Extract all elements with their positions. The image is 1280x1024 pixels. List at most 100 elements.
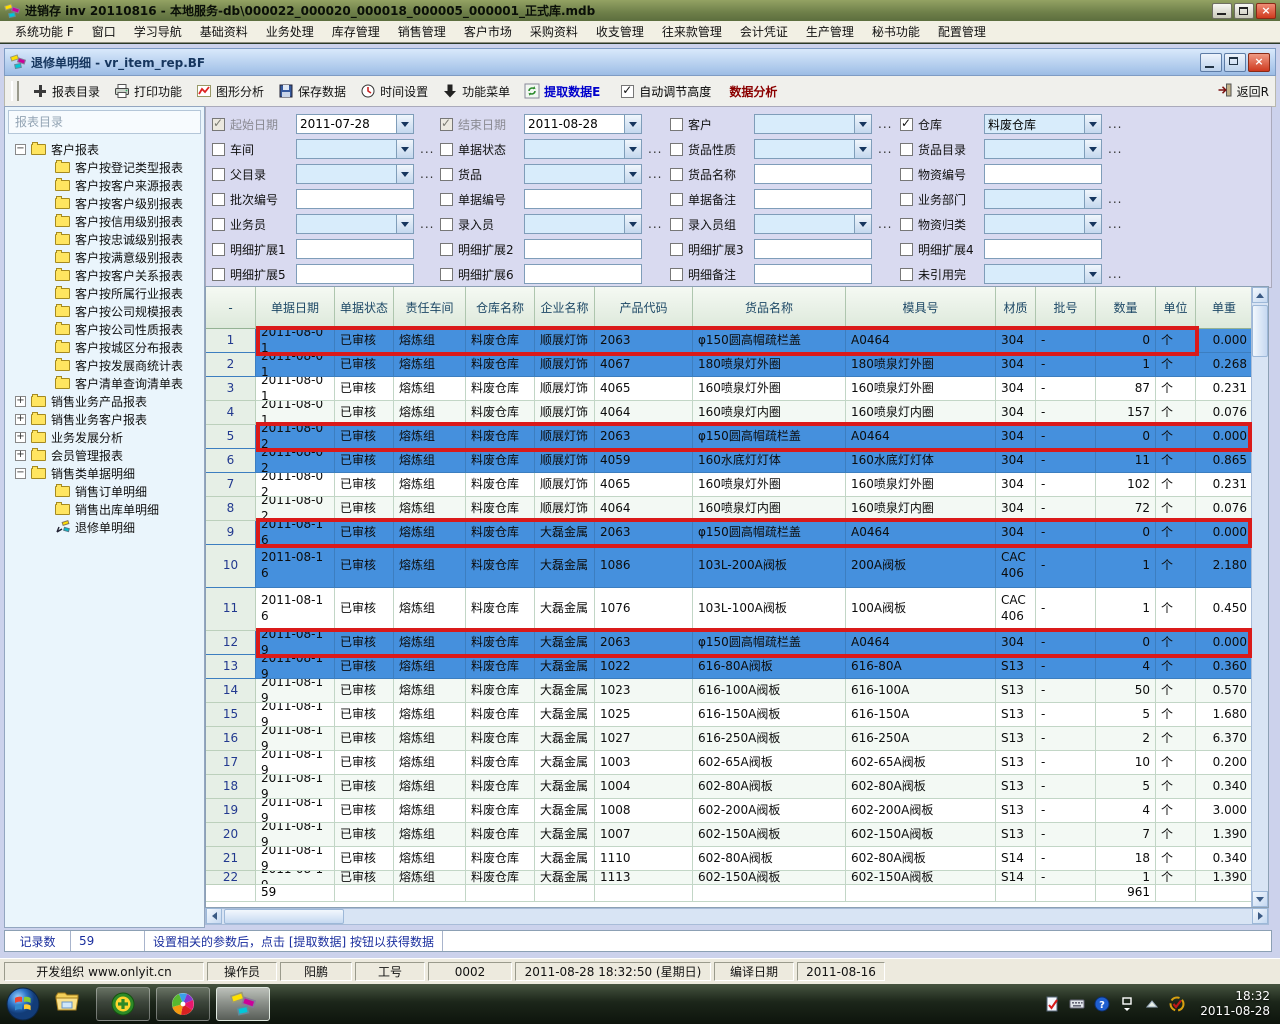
combo-dropdown-button[interactable] [1084, 140, 1101, 158]
combo-dropdown-button[interactable] [396, 165, 413, 183]
expand-icon[interactable]: + [15, 432, 26, 443]
filter-combo[interactable] [524, 164, 642, 184]
combo-dropdown-button[interactable] [396, 140, 413, 158]
filter-combo[interactable] [984, 264, 1102, 284]
window-maximize-button[interactable] [1234, 3, 1254, 19]
table-row-15[interactable]: 152011-08-19已审核熔炼组料废仓库大磊金属1025616-150A阀板… [206, 703, 1253, 727]
column-header-mold[interactable]: 模具号 [846, 287, 996, 329]
filter-combo[interactable] [754, 114, 872, 134]
combo-dropdown-button[interactable] [624, 115, 641, 133]
filter-combo[interactable]: 料废仓库 [984, 114, 1102, 134]
scroll-down-button[interactable] [1252, 891, 1268, 907]
auto-height-toggle[interactable]: 自动调节高度 [621, 83, 711, 100]
column-header-unit[interactable]: 单位 [1156, 287, 1196, 329]
expand-icon[interactable]: + [15, 414, 26, 425]
filter-checkbox[interactable] [670, 168, 683, 181]
filter-input[interactable] [754, 164, 872, 184]
table-row-18[interactable]: 182011-08-19已审核熔炼组料废仓库大磊金属1004602-80A阀板6… [206, 775, 1253, 799]
menu-item-1[interactable]: 窗口 [83, 21, 125, 42]
tree-item-6[interactable]: 客户按满意级别报表 [5, 248, 204, 266]
horizontal-scroll-thumb[interactable] [224, 909, 344, 924]
filter-combo[interactable] [984, 139, 1102, 159]
scroll-up-button[interactable] [1252, 287, 1268, 303]
tree-item-20[interactable]: 销售出库单明细 [5, 500, 204, 518]
filter-checkbox[interactable] [212, 268, 225, 281]
filter-more-button[interactable]: ... [648, 142, 662, 156]
toolbar-button-0[interactable]: 报表目录 [25, 80, 107, 103]
filter-more-button[interactable]: ... [1108, 217, 1122, 231]
filter-checkbox[interactable] [900, 268, 913, 281]
toolbar-button-2[interactable]: 图形分析 [189, 80, 271, 103]
filter-checkbox[interactable] [670, 118, 683, 131]
tree-item-11[interactable]: 客户按城区分布报表 [5, 338, 204, 356]
security-app-taskbar-button[interactable] [96, 987, 150, 1021]
filter-more-button[interactable]: ... [420, 167, 434, 181]
column-header-status[interactable]: 单据状态 [335, 287, 394, 329]
column-header-num[interactable]: - [206, 287, 256, 329]
tree-item-5[interactable]: 客户按忠诚级别报表 [5, 230, 204, 248]
filter-more-button[interactable]: ... [1108, 142, 1122, 156]
column-header-name[interactable]: 货品名称 [693, 287, 846, 329]
column-header-warehouse[interactable]: 仓库名称 [466, 287, 535, 329]
combo-dropdown-button[interactable] [624, 165, 641, 183]
table-row-12[interactable]: 122011-08-19已审核熔炼组料废仓库大磊金属2063φ150圆高帽疏栏盖… [206, 631, 1253, 655]
filter-checkbox[interactable] [440, 218, 453, 231]
filter-input[interactable] [754, 189, 872, 209]
filter-checkbox[interactable] [670, 193, 683, 206]
menu-item-13[interactable]: 秘书功能 [863, 21, 929, 42]
tree-item-14[interactable]: +销售业务产品报表 [5, 392, 204, 410]
help-tray-icon[interactable]: ? [1094, 996, 1110, 1012]
table-row-9[interactable]: 92011-08-16已审核熔炼组料废仓库大磊金属2063φ150圆高帽疏栏盖A… [206, 521, 1253, 545]
filter-more-button[interactable]: ... [878, 217, 892, 231]
combo-dropdown-button[interactable] [854, 140, 871, 158]
combo-dropdown-button[interactable] [1084, 215, 1101, 233]
toolbar-button-1[interactable]: 打印功能 [107, 80, 189, 103]
menu-item-11[interactable]: 会计凭证 [731, 21, 797, 42]
filter-combo[interactable]: 2011-07-28 [296, 114, 414, 134]
filter-checkbox[interactable] [900, 243, 913, 256]
combo-dropdown-button[interactable] [624, 140, 641, 158]
window-tray-icon[interactable] [1119, 996, 1135, 1012]
browser-taskbar-button[interactable] [156, 987, 210, 1021]
table-row-11[interactable]: 112011-08-16已审核熔炼组料废仓库大磊金属1076103L-100A阀… [206, 588, 1253, 631]
filter-combo[interactable] [296, 164, 414, 184]
combo-dropdown-button[interactable] [854, 215, 871, 233]
filter-input[interactable] [296, 264, 414, 284]
filter-combo[interactable] [524, 139, 642, 159]
filter-more-button[interactable]: ... [648, 167, 662, 181]
menu-item-7[interactable]: 客户市场 [455, 21, 521, 42]
window-close-button[interactable]: × [1256, 3, 1276, 19]
menu-item-9[interactable]: 收支管理 [587, 21, 653, 42]
table-row-10[interactable]: 102011-08-16已审核熔炼组料废仓库大磊金属1086103L-200A阀… [206, 545, 1253, 588]
collapse-icon[interactable]: − [15, 144, 26, 155]
filter-checkbox[interactable] [670, 268, 683, 281]
tree-item-15[interactable]: +销售业务客户报表 [5, 410, 204, 428]
tree-item-0[interactable]: −客户报表 [5, 140, 204, 158]
toolbar-button-3[interactable]: 保存数据 [271, 80, 353, 103]
filter-input[interactable] [754, 264, 872, 284]
filter-checkbox[interactable] [212, 218, 225, 231]
child-restore-button[interactable] [1224, 53, 1246, 72]
combo-dropdown-button[interactable] [1084, 190, 1101, 208]
menu-item-5[interactable]: 库存管理 [323, 21, 389, 42]
collapse-icon[interactable]: − [15, 468, 26, 479]
menu-item-2[interactable]: 学习导航 [125, 21, 191, 42]
menu-item-6[interactable]: 销售管理 [389, 21, 455, 42]
tree-item-9[interactable]: 客户按公司规模报表 [5, 302, 204, 320]
filter-input[interactable] [984, 239, 1102, 259]
filter-checkbox[interactable] [670, 218, 683, 231]
menu-item-0[interactable]: 系统功能 F [6, 21, 83, 42]
tree-item-21[interactable]: 退修单明细 [5, 518, 204, 536]
auto-height-checkbox[interactable] [621, 85, 634, 98]
filter-combo[interactable] [984, 214, 1102, 234]
filter-checkbox[interactable] [440, 168, 453, 181]
menu-item-10[interactable]: 往来款管理 [653, 21, 731, 42]
return-button[interactable]: 返回R [1217, 82, 1269, 101]
combo-dropdown-button[interactable] [396, 115, 413, 133]
menu-item-12[interactable]: 生产管理 [797, 21, 863, 42]
column-header-weight[interactable]: 单重 [1196, 287, 1253, 329]
vertical-scrollbar[interactable] [1251, 287, 1268, 907]
tree-item-10[interactable]: 客户按公司性质报表 [5, 320, 204, 338]
toolbar-button-4[interactable]: 时间设置 [353, 80, 435, 103]
column-header-date[interactable]: 单据日期 [256, 287, 335, 329]
